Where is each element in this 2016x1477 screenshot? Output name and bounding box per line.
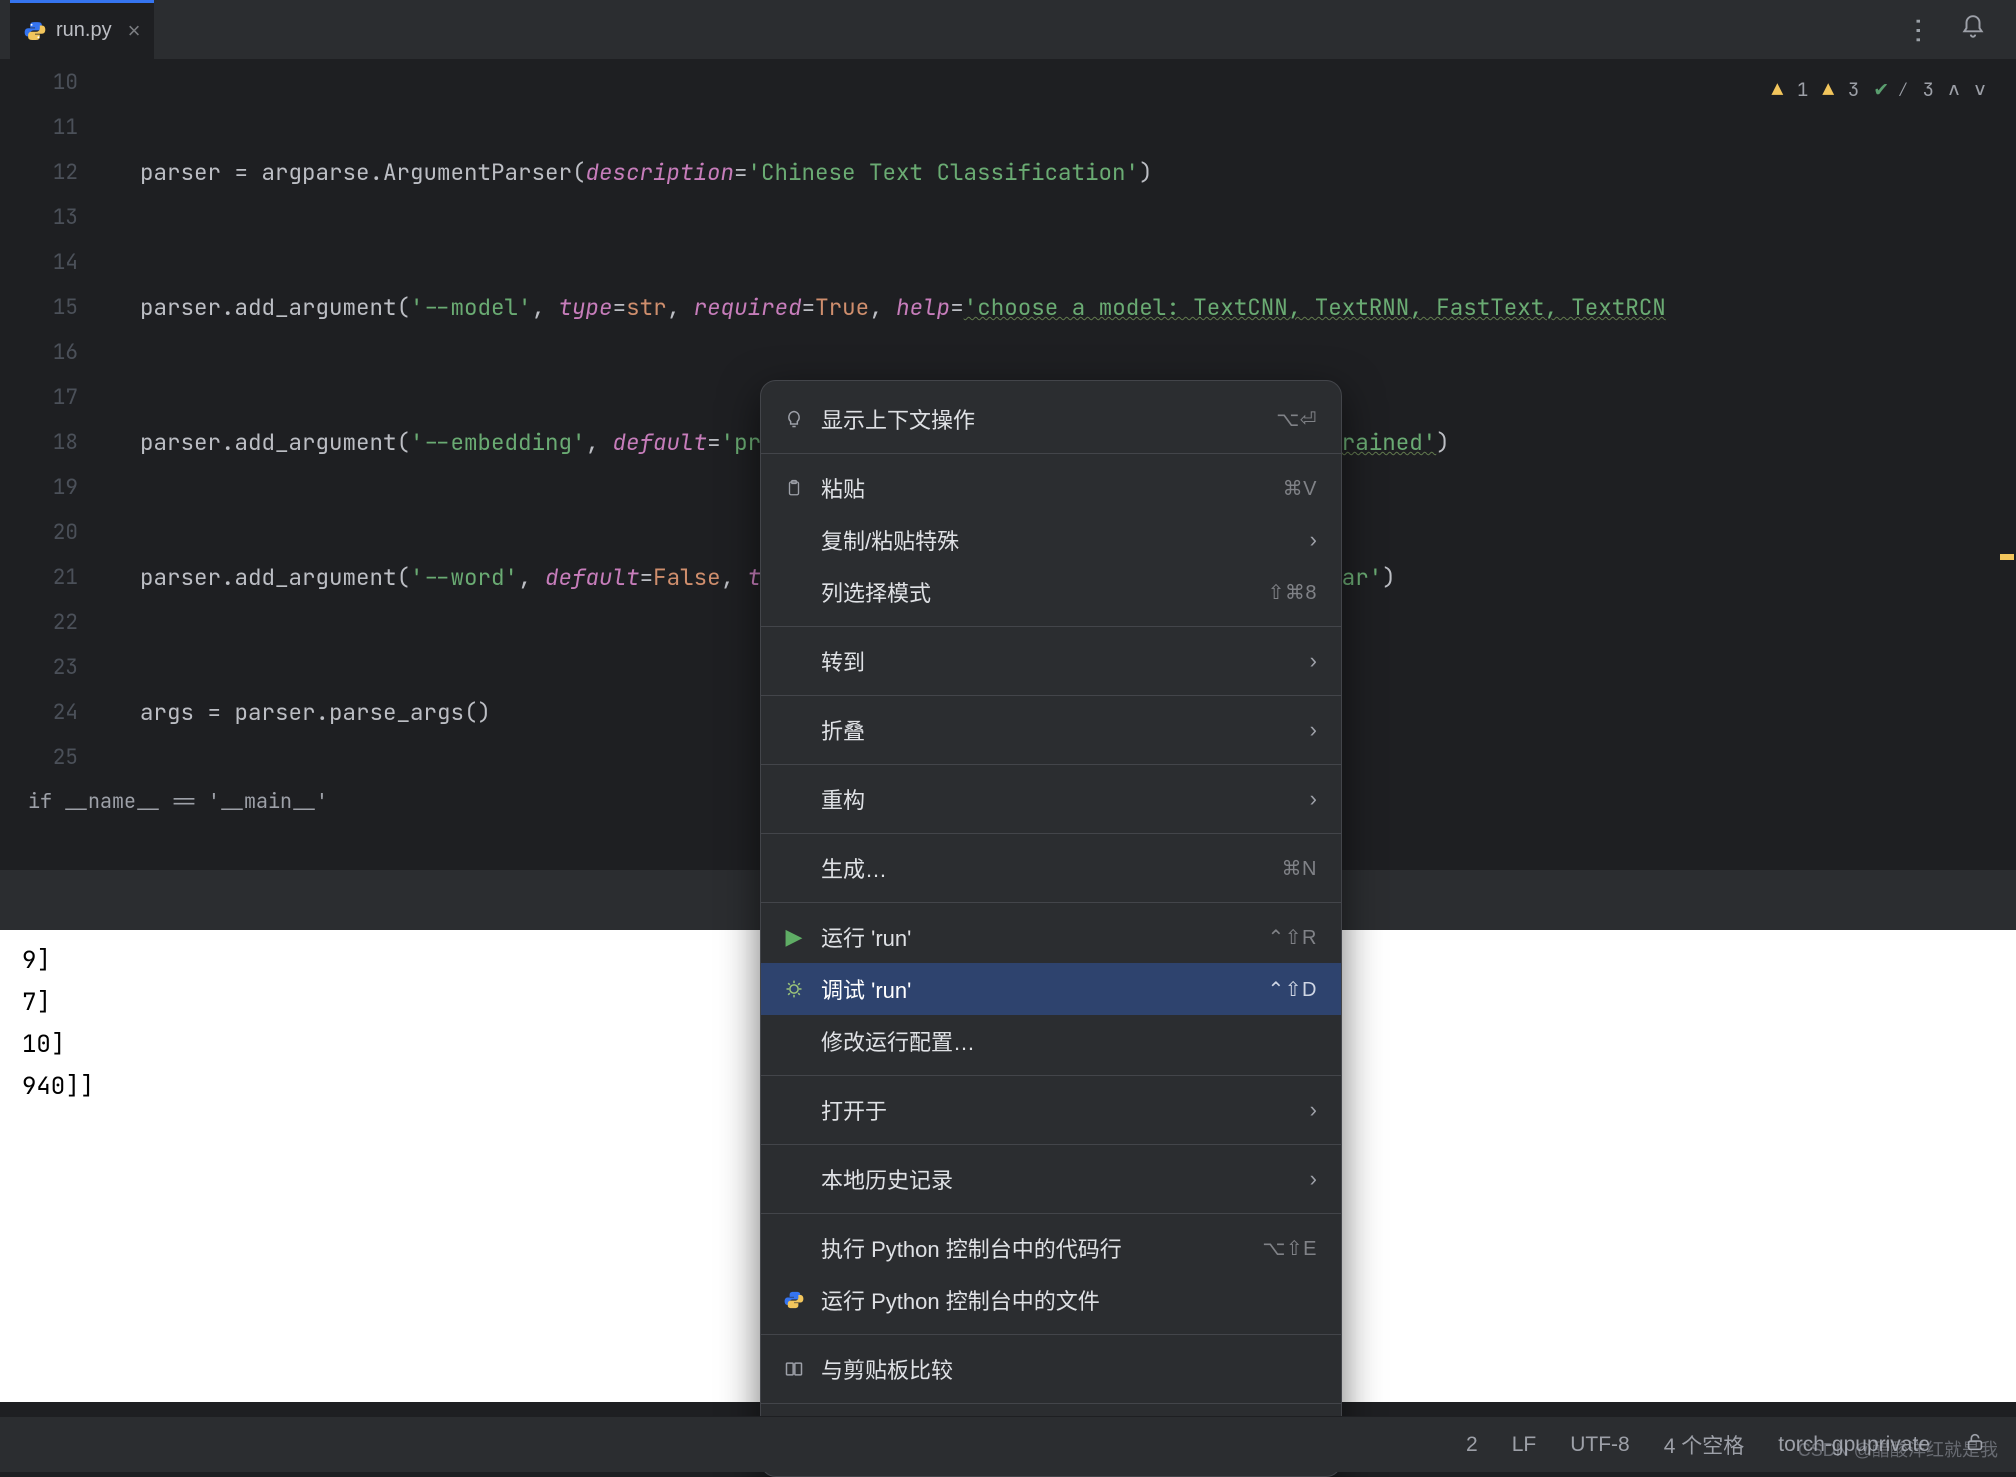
line-number: 12 xyxy=(0,150,120,195)
menu-execute-file[interactable]: 运行 Python 控制台中的文件 xyxy=(761,1274,1341,1326)
line-number: 14 xyxy=(0,240,120,285)
line-number: 18 xyxy=(0,420,120,465)
menu-separator xyxy=(761,695,1341,696)
line-number: 21 xyxy=(0,555,120,600)
menu-separator xyxy=(761,833,1341,834)
status-indent[interactable]: 4 个空格 xyxy=(1664,1430,1745,1460)
menu-separator xyxy=(761,1213,1341,1214)
notifications-icon[interactable] xyxy=(1960,14,1986,46)
chevron-right-icon: › xyxy=(1310,717,1317,743)
menu-goto[interactable]: 转到 › xyxy=(761,635,1341,687)
line-number: 16 xyxy=(0,330,120,375)
menu-local-history[interactable]: 本地历史记录 › xyxy=(761,1153,1341,1205)
clipboard-icon xyxy=(781,478,807,498)
menu-column-selection[interactable]: 列选择模式 ⇧⌘8 xyxy=(761,566,1341,618)
menu-separator xyxy=(761,1403,1341,1404)
tab-run-py[interactable]: run.py × xyxy=(10,0,154,59)
menu-show-context-actions[interactable]: 显示上下文操作 ⌥⏎ xyxy=(761,393,1341,445)
line-number: 19 xyxy=(0,465,120,510)
menu-separator xyxy=(761,453,1341,454)
chevron-right-icon: › xyxy=(1310,1166,1317,1192)
menu-folding[interactable]: 折叠 › xyxy=(761,704,1341,756)
menu-compare-clipboard[interactable]: 与剪贴板比较 xyxy=(761,1343,1341,1395)
menu-separator xyxy=(761,1144,1341,1145)
status-caret-col[interactable]: 2 xyxy=(1466,1433,1478,1457)
diff-icon xyxy=(781,1359,807,1379)
line-number: 22 xyxy=(0,600,120,645)
menu-separator xyxy=(761,626,1341,627)
status-line-sep[interactable]: LF xyxy=(1512,1433,1537,1457)
menu-copy-paste-special[interactable]: 复制/粘贴特殊 › xyxy=(761,514,1341,566)
line-number: 13 xyxy=(0,195,120,240)
menu-paste[interactable]: 粘贴 ⌘V xyxy=(761,462,1341,514)
debug-icon xyxy=(781,979,807,999)
tab-filename: run.py xyxy=(56,19,112,42)
chevron-right-icon: › xyxy=(1310,648,1317,674)
python-icon xyxy=(781,1290,807,1310)
menu-separator xyxy=(761,1334,1341,1335)
menu-generate[interactable]: 生成… ⌘N xyxy=(761,842,1341,894)
gutter: 10 11 12 13 14 15 16 17 18 19 20 21 22 2… xyxy=(0,60,120,860)
menu-run[interactable]: ▶ 运行 'run' ⌃⇧R xyxy=(761,911,1341,963)
kebab-menu-icon[interactable]: ⋯ xyxy=(1903,17,1936,43)
status-bar: 2 LF UTF-8 4 个空格 torch-gpuprivate xyxy=(0,1416,2016,1472)
line-number: 20 xyxy=(0,510,120,555)
tab-bar: run.py × ⋯ xyxy=(0,0,2016,60)
tab-close-icon[interactable]: × xyxy=(128,18,141,44)
line-number: 24 xyxy=(0,690,120,735)
line-number: 17 xyxy=(0,375,120,420)
line-number: 23 xyxy=(0,645,120,690)
line-number: 15 xyxy=(0,285,120,330)
lightbulb-icon xyxy=(781,409,807,429)
run-icon: ▶ xyxy=(781,924,807,950)
context-menu: 显示上下文操作 ⌥⏎ 粘贴 ⌘V 复制/粘贴特殊 › 列选择模式 ⇧⌘8 转到 … xyxy=(760,380,1342,1477)
menu-debug[interactable]: 调试 'run' ⌃⇧D xyxy=(761,963,1341,1015)
line-number: 11 xyxy=(0,105,120,150)
menu-separator xyxy=(761,1075,1341,1076)
python-file-icon xyxy=(24,20,46,42)
chevron-right-icon: › xyxy=(1310,1097,1317,1123)
status-encoding[interactable]: UTF-8 xyxy=(1570,1433,1630,1457)
menu-execute-selection[interactable]: 执行 Python 控制台中的代码行 ⌥⇧E xyxy=(761,1222,1341,1274)
chevron-right-icon: › xyxy=(1310,786,1317,812)
menu-separator xyxy=(761,902,1341,903)
line-number: 10 xyxy=(0,60,120,105)
line-number: 25 xyxy=(0,735,120,780)
chevron-right-icon: › xyxy=(1310,527,1317,553)
menu-edit-run-config[interactable]: 修改运行配置… xyxy=(761,1015,1341,1067)
menu-refactor[interactable]: 重构 › xyxy=(761,773,1341,825)
watermark: CSDN @醋酸洋红就是我 xyxy=(1798,1436,1998,1462)
menu-open-in[interactable]: 打开于 › xyxy=(761,1084,1341,1136)
menu-separator xyxy=(761,764,1341,765)
